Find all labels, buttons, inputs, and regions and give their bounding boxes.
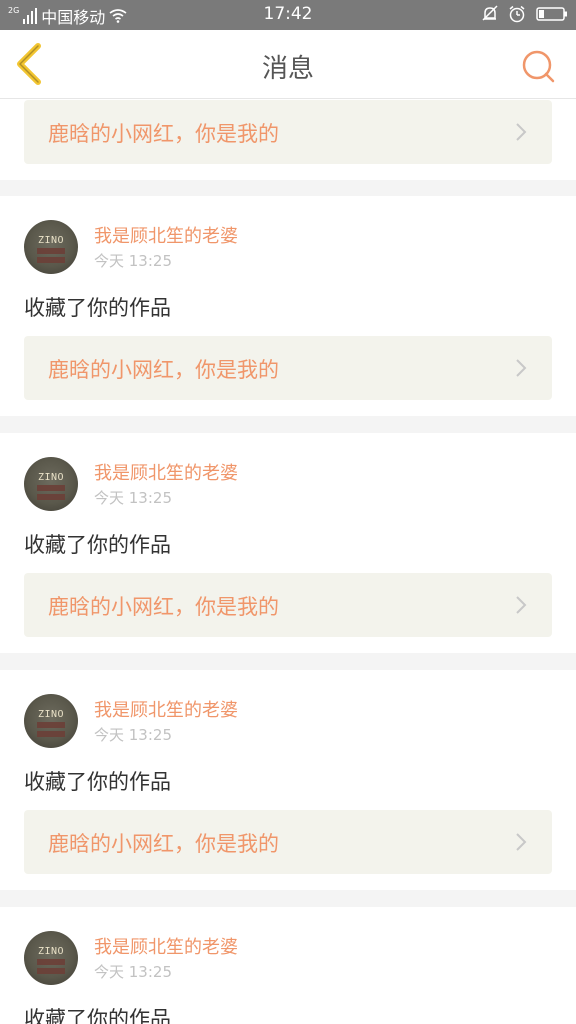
work-link[interactable]: 鹿晗的小网红，你是我的 (24, 336, 552, 400)
avatar-detail (37, 257, 65, 263)
avatar-label: ZINO (37, 946, 65, 957)
chevron-right-icon (516, 833, 527, 851)
work-title: 鹿晗的小网红，你是我的 (48, 358, 279, 382)
action-text: 收藏了你的作品 (24, 533, 171, 557)
chevron-right-icon (516, 359, 527, 377)
action-text: 收藏了你的作品 (24, 770, 171, 794)
search-icon (522, 50, 555, 83)
alarm-clock-icon (509, 5, 525, 23)
avatar-detail (37, 722, 65, 728)
avatar-label: ZINO (37, 709, 65, 720)
work-link[interactable]: 鹿晗的小网红，你是我的 (24, 573, 552, 637)
navigation-bar: 消息 (0, 30, 576, 99)
status-bar: 2G 中国移动 17:42 (0, 0, 576, 30)
avatar-detail (37, 494, 65, 500)
message-card: 鹿晗的小网红，你是我的 (0, 99, 576, 180)
action-text: 收藏了你的作品 (24, 296, 171, 320)
page-title: 消息 (261, 54, 314, 84)
work-title: 鹿晗的小网红，你是我的 (48, 595, 279, 619)
avatar-detail (37, 485, 65, 491)
timestamp: 今天 13:25 (94, 963, 172, 981)
work-title: 鹿晗的小网红，你是我的 (48, 832, 279, 856)
avatar-detail (37, 248, 65, 254)
work-link[interactable]: 鹿晗的小网红，你是我的 (24, 100, 552, 164)
status-right (482, 5, 568, 23)
work-title: 鹿晗的小网红，你是我的 (48, 122, 279, 146)
avatar[interactable]: ZINO (24, 457, 78, 511)
username[interactable]: 我是顾北笙的老婆 (94, 459, 238, 485)
timestamp: 今天 13:25 (94, 726, 172, 744)
message-list[interactable]: 鹿晗的小网红，你是我的 ZINO 我是顾北笙的老婆 今天 13:25 收藏了你的… (0, 99, 576, 1024)
battery-icon (536, 7, 567, 21)
message-card: ZINO 我是顾北笙的老婆 今天 13:25 收藏了你的作品 鹿晗的小网红，你是… (0, 670, 576, 890)
timestamp: 今天 13:25 (94, 252, 172, 270)
username[interactable]: 我是顾北笙的老婆 (94, 222, 238, 248)
action-text: 收藏了你的作品 (24, 1007, 171, 1024)
avatar[interactable]: ZINO (24, 220, 78, 274)
search-button[interactable] (518, 46, 558, 86)
username[interactable]: 我是顾北笙的老婆 (94, 696, 238, 722)
message-card: ZINO 我是顾北笙的老婆 今天 13:25 收藏了你的作品 鹿晗的小网红，你是… (0, 196, 576, 416)
username[interactable]: 我是顾北笙的老婆 (94, 933, 238, 959)
avatar[interactable]: ZINO (24, 694, 78, 748)
timestamp: 今天 13:25 (94, 489, 172, 507)
chevron-right-icon (516, 123, 527, 141)
avatar-detail (37, 731, 65, 737)
avatar-detail (37, 968, 65, 974)
message-card: ZINO 我是顾北笙的老婆 今天 13:25 收藏了你的作品 (0, 907, 576, 1024)
avatar-label: ZINO (37, 235, 65, 246)
avatar[interactable]: ZINO (24, 931, 78, 985)
bell-off-icon (482, 5, 498, 21)
avatar-label: ZINO (37, 472, 65, 483)
message-card: ZINO 我是顾北笙的老婆 今天 13:25 收藏了你的作品 鹿晗的小网红，你是… (0, 433, 576, 653)
work-link[interactable]: 鹿晗的小网红，你是我的 (24, 810, 552, 874)
chevron-right-icon (516, 596, 527, 614)
avatar-detail (37, 959, 65, 965)
